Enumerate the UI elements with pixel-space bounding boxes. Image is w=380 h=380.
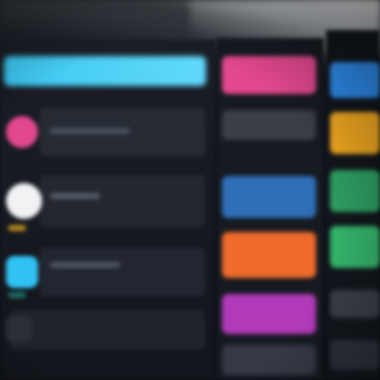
list-item-background [10,310,205,350]
yellow-tile[interactable] [330,112,380,154]
app-screen [0,0,380,380]
gray-tile[interactable] [222,110,316,140]
list-item-badge [8,292,26,298]
list-header-bar[interactable] [4,56,206,86]
list-item-badge [8,225,26,231]
gray-tile[interactable] [330,340,380,370]
list-item[interactable] [0,310,210,370]
green-tile[interactable] [330,226,380,268]
list-item[interactable] [0,248,210,300]
pink-tile[interactable] [222,56,316,94]
list-item-background [40,175,205,227]
orange-tile[interactable] [222,232,316,278]
list-item-text-line [50,262,120,268]
list-item-text-line [50,128,130,134]
pink-app-icon[interactable] [6,116,38,148]
cyan-app-icon[interactable] [6,256,38,288]
green-tile[interactable] [330,170,380,212]
dark-app-icon[interactable] [6,316,32,342]
list-item[interactable] [0,175,210,235]
blue-tile[interactable] [222,176,316,218]
purple-tile[interactable] [222,294,316,334]
list-item[interactable] [0,108,210,158]
gray-tile[interactable] [330,290,380,318]
white-app-icon[interactable] [6,183,42,219]
blue-tile[interactable] [330,62,380,98]
list-item-text-line [50,193,100,199]
gray-tile[interactable] [222,345,316,375]
list-item-background [40,248,205,296]
